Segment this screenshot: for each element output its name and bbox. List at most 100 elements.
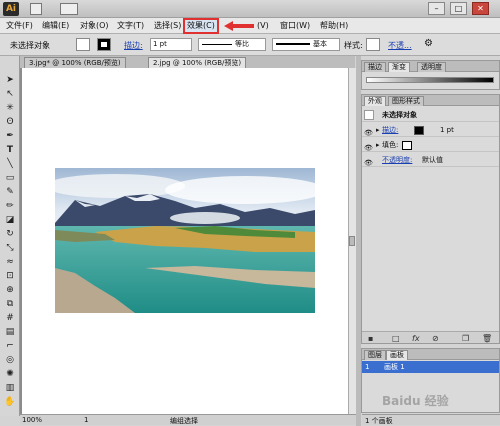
- appearance-title: 未选择对象: [382, 111, 417, 119]
- menu-edit[interactable]: 编辑(E): [40, 20, 71, 32]
- eyedropper-icon[interactable]: ⌐: [3, 340, 17, 352]
- line-tool-icon[interactable]: ╲: [3, 158, 17, 170]
- artboard-name: 画板 1: [384, 363, 405, 371]
- duplicate-icon[interactable]: ❐: [462, 334, 469, 343]
- rotate-icon[interactable]: ↻: [3, 228, 17, 240]
- stroke-link[interactable]: 描边:: [124, 40, 143, 51]
- brush-dropdown[interactable]: 基本: [272, 38, 340, 51]
- stroke-weight-value: 1 pt: [153, 40, 167, 48]
- magic-wand-icon[interactable]: ✳: [3, 102, 17, 114]
- style-swatch[interactable]: [366, 38, 380, 51]
- menu-object[interactable]: 对象(O): [78, 20, 111, 32]
- paintbrush-icon[interactable]: ✎: [3, 186, 17, 198]
- maximize-button[interactable]: □: [450, 2, 467, 15]
- tab-artboards[interactable]: 画板: [386, 350, 408, 360]
- watermark: Baidu 经验: [382, 394, 449, 408]
- style-label: 样式:: [344, 41, 363, 50]
- mesh-icon[interactable]: #: [3, 312, 17, 324]
- shape-builder-icon[interactable]: ⊕: [3, 284, 17, 296]
- menu-type[interactable]: 文字(T): [115, 20, 146, 32]
- layout-icon[interactable]: [30, 3, 42, 15]
- blend-icon[interactable]: ◎: [3, 354, 17, 366]
- pen-tool-icon[interactable]: ✒: [3, 130, 17, 142]
- control-bar: 未选择对象 描边: 1 pt 等比 基本 样式: 不透... ⚙: [0, 34, 500, 56]
- tab-appearance[interactable]: 外观: [364, 96, 386, 106]
- visibility-eye-icon[interactable]: 👁: [364, 157, 373, 170]
- selection-status: 未选择对象: [10, 41, 50, 50]
- expand-arrow-icon[interactable]: ▸: [376, 124, 380, 137]
- artboard-number[interactable]: 1: [84, 416, 88, 424]
- selection-tool-icon[interactable]: ➤: [3, 74, 17, 86]
- appearance-opacity-row[interactable]: 👁 不透明度: 默认值: [362, 154, 499, 167]
- eraser-icon[interactable]: ◪: [3, 214, 17, 226]
- landscape-photo[interactable]: [55, 168, 315, 313]
- stroke-panel-tabs: 描边 渐变 透明度: [362, 61, 499, 72]
- free-transform-icon[interactable]: ⊡: [3, 270, 17, 282]
- tab-gradient[interactable]: 渐变: [388, 62, 410, 72]
- layers-tabs: 图层 画板: [362, 349, 499, 360]
- hand-icon[interactable]: ✋: [3, 396, 17, 408]
- stroke-profile-line: [202, 44, 232, 45]
- tab-layers[interactable]: 图层: [364, 350, 386, 360]
- appearance-stroke-swatch[interactable]: [414, 126, 424, 135]
- menu-effect[interactable]: 效果(C): [183, 18, 219, 34]
- scrollbar-thumb[interactable]: [349, 236, 355, 246]
- menu-help[interactable]: 帮助(H): [318, 20, 350, 32]
- expand-arrow-icon[interactable]: ▸: [376, 139, 380, 152]
- stroke-profile-label: 等比: [235, 40, 249, 48]
- tab-3-jpg[interactable]: 3.jpg* @ 100% (RGB/预览): [24, 57, 126, 68]
- arrange-icon[interactable]: [60, 3, 78, 15]
- tab-stroke[interactable]: 描边: [364, 62, 386, 72]
- minimize-button[interactable]: –: [428, 2, 445, 15]
- clear-icon[interactable]: ⊘: [432, 334, 439, 343]
- menu-view[interactable]: (V): [255, 20, 271, 32]
- appearance-fill-swatch[interactable]: [402, 141, 412, 150]
- gradient-icon[interactable]: ▤: [3, 326, 17, 338]
- add-stroke-icon[interactable]: ▪: [368, 334, 373, 343]
- menu-file[interactable]: 文件(F): [4, 20, 35, 32]
- panel-status: 1 个画板: [362, 414, 500, 425]
- delete-icon[interactable]: 🗑: [482, 334, 492, 343]
- tab-2-jpg[interactable]: 2.jpg @ 100% (RGB/预览): [148, 57, 247, 68]
- artboard-row[interactable]: 1 画板 1: [362, 361, 499, 373]
- fill-swatch[interactable]: [76, 38, 90, 51]
- appearance-stroke-value: 1 pt: [440, 126, 454, 134]
- appearance-panel: 外观 图形样式 未选择对象 👁 ▸ 描边: 1 pt 👁 ▸ 填色: 👁 不透明…: [361, 94, 500, 344]
- perspective-icon[interactable]: ⧉: [3, 298, 17, 310]
- type-tool-icon[interactable]: T: [3, 144, 17, 156]
- document-tabs: 3.jpg* @ 100% (RGB/预览) 2.jpg @ 100% (RGB…: [20, 56, 355, 68]
- appearance-stroke-row[interactable]: 👁 ▸ 描边: 1 pt: [362, 124, 499, 137]
- pencil-icon[interactable]: ✏: [3, 200, 17, 212]
- zoom-level[interactable]: 100%: [22, 416, 42, 424]
- appearance-footer: ▪ □ fx ⊘ ❐ 🗑: [362, 331, 499, 343]
- gear-icon[interactable]: ⚙: [424, 38, 433, 49]
- appearance-opacity-link[interactable]: 不透明度:: [382, 154, 412, 167]
- stroke-weight-dropdown[interactable]: 1 pt: [150, 38, 192, 51]
- gradient-preview: [366, 77, 494, 83]
- stroke-swatch[interactable]: [97, 38, 111, 51]
- menu-select[interactable]: 选择(S): [152, 20, 183, 32]
- status-bar: 100% 1 编组选择: [20, 414, 360, 425]
- appearance-stroke-label[interactable]: 描边:: [382, 124, 398, 137]
- appearance-fill-label: 填色:: [382, 141, 399, 149]
- appearance-title-row: 未选择对象: [362, 109, 499, 122]
- rectangle-tool-icon[interactable]: ▭: [3, 172, 17, 184]
- close-button[interactable]: ✕: [472, 2, 489, 15]
- direct-selection-tool-icon[interactable]: ↖: [3, 88, 17, 100]
- symbol-sprayer-icon[interactable]: ✺: [3, 368, 17, 380]
- opacity-link[interactable]: 不透...: [388, 40, 412, 51]
- artboard-index: 1: [365, 363, 370, 371]
- tab-graphic-styles[interactable]: 图形样式: [388, 96, 424, 106]
- appearance-fill-row[interactable]: 👁 ▸ 填色:: [362, 139, 499, 152]
- stroke-profile-dropdown[interactable]: 等比: [198, 38, 266, 51]
- add-fill-icon[interactable]: □: [392, 334, 400, 343]
- warp-icon[interactable]: ≈: [3, 256, 17, 268]
- add-effect-icon[interactable]: fx: [412, 334, 420, 343]
- lasso-icon[interactable]: ʘ: [3, 116, 17, 128]
- tools-panel: ➤ ↖ ✳ ʘ ✒ T ╲ ▭ ✎ ✏ ◪ ↻ ⤡ ≈ ⊡ ⊕ ⧉ # ▤ ⌐ …: [0, 56, 20, 416]
- tab-transparency[interactable]: 透明度: [417, 62, 446, 72]
- scale-icon[interactable]: ⤡: [3, 242, 17, 254]
- menu-window[interactable]: 窗口(W): [278, 20, 312, 32]
- appearance-tabs: 外观 图形样式: [362, 95, 499, 106]
- graph-icon[interactable]: ▥: [3, 382, 17, 394]
